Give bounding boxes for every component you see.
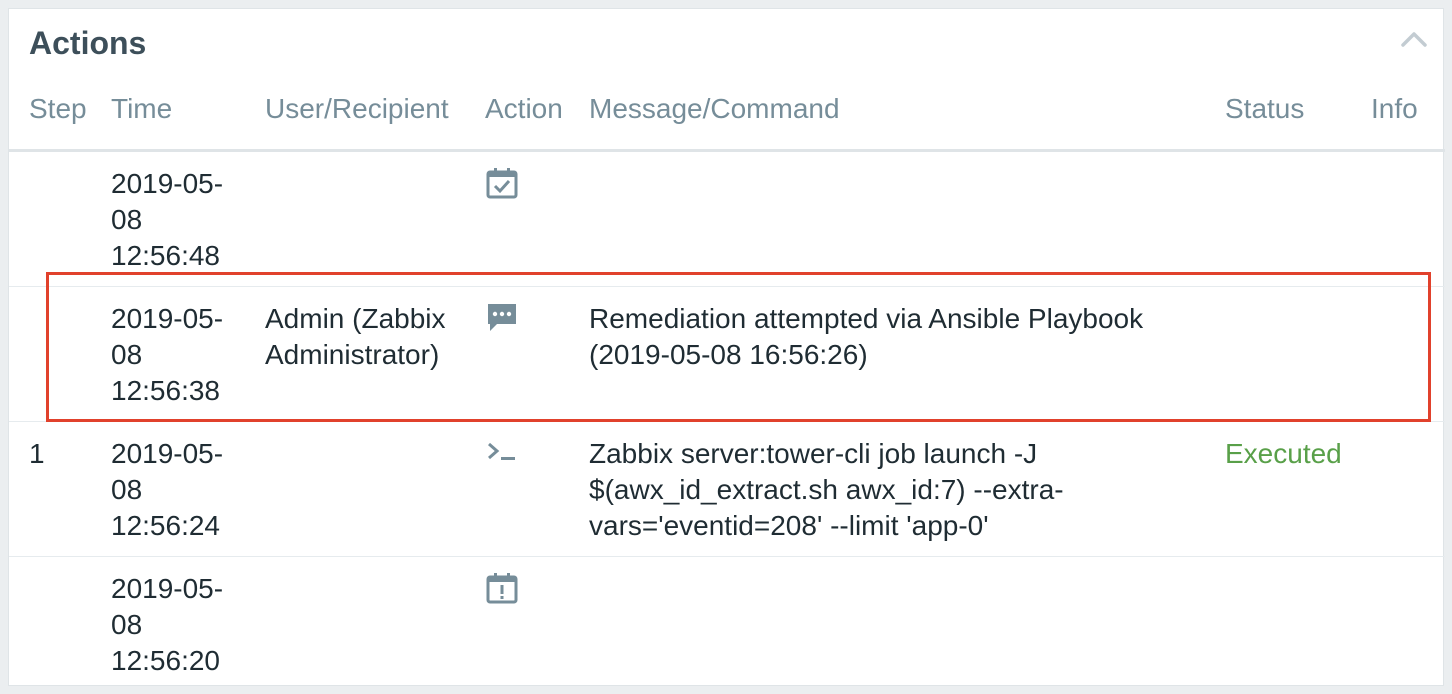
time-date-part: 2019-05- bbox=[111, 168, 224, 199]
cell-time: 2019-05- 08 12:56:24 bbox=[111, 421, 265, 557]
table-row: 1 2019-05- 08 12:56:24 Zabbix server:tow… bbox=[9, 421, 1445, 557]
cell-message: Remediation attempted via Ansible Playbo… bbox=[589, 286, 1225, 422]
time-day-part: 08 bbox=[111, 609, 143, 640]
column-header-info: Info bbox=[1371, 93, 1445, 152]
column-header-action: Action bbox=[485, 93, 589, 152]
cell-step bbox=[9, 557, 111, 692]
message-icon bbox=[485, 301, 519, 344]
column-header-user: User/Recipient bbox=[265, 93, 485, 152]
calendar-alert-icon bbox=[485, 571, 519, 614]
cell-time: 2019-05- 08 12:56:48 bbox=[111, 150, 265, 287]
cell-action bbox=[485, 286, 589, 422]
cell-time: 2019-05- 08 12:56:38 bbox=[111, 286, 265, 422]
column-header-status: Status bbox=[1225, 93, 1371, 152]
cell-status bbox=[1225, 557, 1371, 692]
time-clock-part: 12:56:38 bbox=[111, 375, 220, 406]
cell-user bbox=[265, 421, 485, 557]
time-clock-part: 12:56:24 bbox=[111, 510, 220, 541]
cell-info bbox=[1371, 557, 1445, 692]
cell-status bbox=[1225, 286, 1371, 422]
cell-action bbox=[485, 421, 589, 557]
cell-message bbox=[589, 557, 1225, 692]
actions-table: Step Time User/Recipient Action Message/… bbox=[9, 93, 1445, 691]
table-row: 2019-05- 08 12:56:20 bbox=[9, 557, 1445, 692]
time-day-part: 08 bbox=[111, 474, 143, 505]
time-date-part: 2019-05- bbox=[111, 573, 224, 604]
cell-step bbox=[9, 150, 111, 287]
cell-info bbox=[1371, 421, 1445, 557]
time-day-part: 08 bbox=[111, 204, 143, 235]
cell-step: 1 bbox=[9, 421, 111, 557]
time-clock-part: 12:56:48 bbox=[111, 240, 220, 271]
calendar-check-icon bbox=[485, 166, 519, 209]
cell-user: Admin (Zabbix Administrator) bbox=[265, 286, 485, 422]
cell-info bbox=[1371, 286, 1445, 422]
panel-title: Actions bbox=[29, 25, 147, 61]
table-row: 2019-05- 08 12:56:48 bbox=[9, 150, 1445, 287]
terminal-icon bbox=[485, 436, 519, 479]
table-header-row: Step Time User/Recipient Action Message/… bbox=[9, 93, 1445, 152]
time-date-part: 2019-05- bbox=[111, 303, 224, 334]
cell-user bbox=[265, 150, 485, 287]
cell-action bbox=[485, 557, 589, 692]
cell-status bbox=[1225, 150, 1371, 287]
cell-message bbox=[589, 150, 1225, 287]
column-header-step: Step bbox=[9, 93, 111, 152]
collapse-button[interactable] bbox=[1399, 27, 1429, 51]
table-row: 2019-05- 08 12:56:38 Admin (Zabbix Admin… bbox=[9, 286, 1445, 422]
cell-message: Zabbix server:tower-cli job launch -J $(… bbox=[589, 421, 1225, 557]
time-clock-part: 12:56:20 bbox=[111, 645, 220, 676]
cell-info bbox=[1371, 150, 1445, 287]
cell-user bbox=[265, 557, 485, 692]
column-header-message: Message/Command bbox=[589, 93, 1225, 152]
column-header-time: Time bbox=[111, 93, 265, 152]
cell-action bbox=[485, 150, 589, 287]
cell-step bbox=[9, 286, 111, 422]
chevron-up-icon bbox=[1401, 32, 1427, 47]
cell-time: 2019-05- 08 12:56:20 bbox=[111, 557, 265, 692]
time-date-part: 2019-05- bbox=[111, 438, 224, 469]
status-badge: Executed bbox=[1225, 421, 1371, 557]
actions-panel: Actions Step Time User/Recipient Action … bbox=[8, 8, 1445, 686]
time-day-part: 08 bbox=[111, 339, 143, 370]
